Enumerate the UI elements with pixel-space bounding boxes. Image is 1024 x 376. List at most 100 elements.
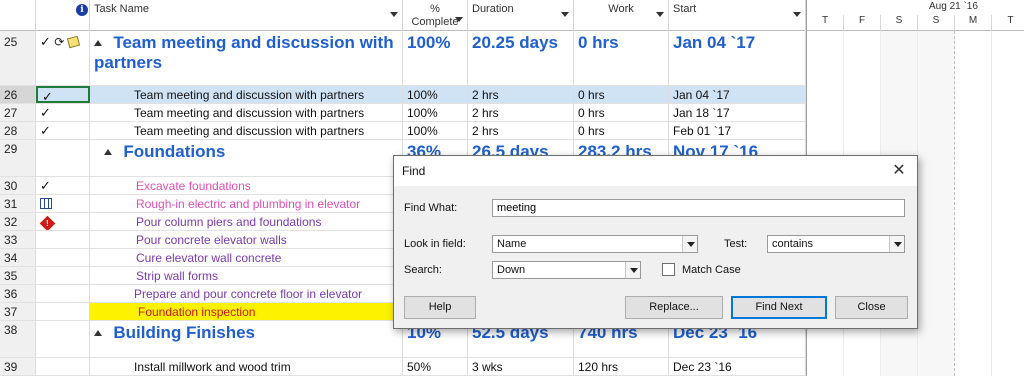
work-cell[interactable]: 0 hrs	[574, 86, 669, 103]
gantt-day: S	[918, 15, 955, 31]
task-name-cell[interactable]: Building Finishes	[90, 321, 403, 357]
pct-complete-cell[interactable]: 50%	[403, 358, 468, 375]
look-in-field-select[interactable]: Name	[492, 235, 698, 253]
duration-cell[interactable]: 20.25 days	[468, 31, 574, 85]
indicators-cell: ✓ ⟳	[36, 31, 90, 85]
look-in-field-value: Name	[497, 238, 527, 250]
task-name-cell[interactable]: Strip wall forms	[90, 267, 403, 284]
task-name-cell[interactable]: Cure elevator wall concrete	[90, 249, 403, 266]
start-cell[interactable]: Jan 04 `17	[669, 86, 806, 103]
task-name-cell[interactable]: Rough-in electric and plumbing in elevat…	[90, 195, 403, 212]
start-cell[interactable]: Jan 18 `17	[669, 104, 806, 121]
chevron-down-icon[interactable]	[455, 17, 463, 22]
chevron-down-icon[interactable]	[561, 12, 569, 17]
close-button[interactable]: Close	[835, 296, 908, 319]
find-what-input[interactable]	[492, 199, 905, 217]
find-next-button[interactable]: Find Next	[731, 296, 827, 319]
row-id: 34	[0, 249, 36, 266]
table-row[interactable]: 27 ✓ Team meeting and discussion with pa…	[0, 104, 806, 122]
row-id: 32	[0, 213, 36, 230]
work-cell[interactable]: 0 hrs	[574, 122, 669, 139]
chevron-down-icon[interactable]	[793, 12, 801, 17]
look-in-field-label: Look in field:	[404, 238, 466, 250]
test-select[interactable]: contains	[767, 235, 905, 253]
header-task-name[interactable]: Task Name	[90, 0, 403, 31]
pct-complete-cell[interactable]: 100%	[403, 122, 468, 139]
indicators-cell	[36, 249, 90, 266]
warning-icon: !	[39, 215, 56, 230]
indicators-cell	[36, 358, 90, 375]
collapse-triangle-icon[interactable]	[94, 40, 102, 46]
header-duration[interactable]: Duration	[468, 0, 574, 31]
dialog-titlebar[interactable]: Find ✕	[394, 156, 917, 186]
task-name-cell[interactable]: Install millwork and wood trim	[90, 358, 403, 375]
header-indicators[interactable]: i	[36, 0, 90, 31]
header-id[interactable]	[0, 0, 36, 31]
complete-check-icon: ✓	[40, 105, 51, 120]
task-name-cell[interactable]: Prepare and pour concrete floor in eleva…	[90, 285, 403, 302]
collapse-triangle-icon[interactable]	[94, 330, 102, 336]
start-cell[interactable]: Jan 04 `17	[669, 31, 806, 85]
task-name-cell[interactable]: Team meeting and discussion with partner…	[90, 31, 403, 85]
chevron-down-icon[interactable]	[625, 262, 640, 278]
duration-cell[interactable]: 2 hrs	[468, 86, 574, 103]
duration-cell[interactable]: 2 hrs	[468, 104, 574, 121]
chevron-down-icon[interactable]	[656, 12, 664, 17]
indicators-cell: ✓	[36, 122, 90, 139]
task-name-cell[interactable]: Pour concrete elevator walls	[90, 231, 403, 248]
gantt-timescale: Aug 21 `16 T F S S M T	[807, 0, 1024, 31]
duration-cell[interactable]: 2 hrs	[468, 122, 574, 139]
header-pct-complete[interactable]: % Complete	[403, 0, 468, 31]
task-name-cell[interactable]: Foundations	[90, 140, 403, 176]
indicators-cell: !	[36, 213, 90, 230]
gantt-day: F	[844, 15, 881, 31]
header-start[interactable]: Start	[669, 0, 806, 31]
row-id: 35	[0, 267, 36, 284]
pct-complete-cell[interactable]: 100%	[403, 31, 468, 85]
work-cell[interactable]: 0 hrs	[574, 104, 669, 121]
chevron-down-icon[interactable]	[889, 236, 904, 252]
work-cell[interactable]: 0 hrs	[574, 31, 669, 85]
pct-complete-cell[interactable]: 100%	[403, 86, 468, 103]
gantt-day: T	[1007, 15, 1014, 26]
pct-complete-cell[interactable]: 100%	[403, 104, 468, 121]
indicators-cell: ✓	[36, 104, 90, 121]
complete-check-icon: ✓	[42, 89, 53, 103]
gantt-day: M	[955, 15, 992, 31]
task-name-cell[interactable]: Foundation inspection	[90, 303, 403, 320]
table-row[interactable]: 25 ✓ ⟳ Team meeting and discussion with …	[0, 31, 806, 86]
complete-check-icon: ✓	[40, 178, 51, 193]
task-name-cell[interactable]: Excavate foundations	[90, 177, 403, 194]
table-row[interactable]: 26 ✓ Team meeting and discussion with pa…	[0, 86, 806, 104]
collapse-triangle-icon[interactable]	[104, 149, 112, 155]
header-work[interactable]: Work	[574, 0, 669, 31]
indicators-cell	[36, 303, 90, 320]
table-row[interactable]: 39 Install millwork and wood trim 50% 3 …	[0, 358, 806, 376]
chevron-down-icon[interactable]	[390, 12, 398, 17]
chevron-down-icon[interactable]	[682, 236, 697, 252]
indicators-cell[interactable]: ✓	[36, 86, 90, 103]
note-icon	[66, 35, 80, 49]
task-name-cell[interactable]: Team meeting and discussion with partner…	[90, 122, 403, 139]
start-cell[interactable]: Feb 01 `17	[669, 122, 806, 139]
header-start-label: Start	[673, 3, 697, 15]
search-label: Search:	[404, 264, 442, 276]
task-name-cell[interactable]: Pour column piers and foundations	[90, 213, 403, 230]
task-name-cell[interactable]: Team meeting and discussion with partner…	[90, 86, 403, 103]
start-cell[interactable]: Dec 23 `16	[669, 358, 806, 375]
replace-button[interactable]: Replace...	[625, 296, 723, 319]
match-case-checkbox[interactable]	[662, 263, 675, 276]
search-direction-select[interactable]: Down	[492, 261, 641, 279]
close-icon[interactable]: ✕	[881, 156, 917, 186]
duration-cell[interactable]: 3 wks	[468, 358, 574, 375]
row-id: 25	[0, 31, 36, 85]
summary-task-name: Team meeting and discussion with partner…	[94, 33, 394, 72]
task-name-cell[interactable]: Team meeting and discussion with partner…	[90, 104, 403, 121]
indicators-cell	[36, 140, 90, 176]
work-cell[interactable]: 120 hrs	[574, 358, 669, 375]
row-id: 38	[0, 321, 36, 357]
help-button[interactable]: Help	[404, 296, 476, 319]
test-label: Test:	[724, 238, 748, 250]
table-row[interactable]: 28 ✓ Team meeting and discussion with pa…	[0, 122, 806, 140]
row-id: 33	[0, 231, 36, 248]
